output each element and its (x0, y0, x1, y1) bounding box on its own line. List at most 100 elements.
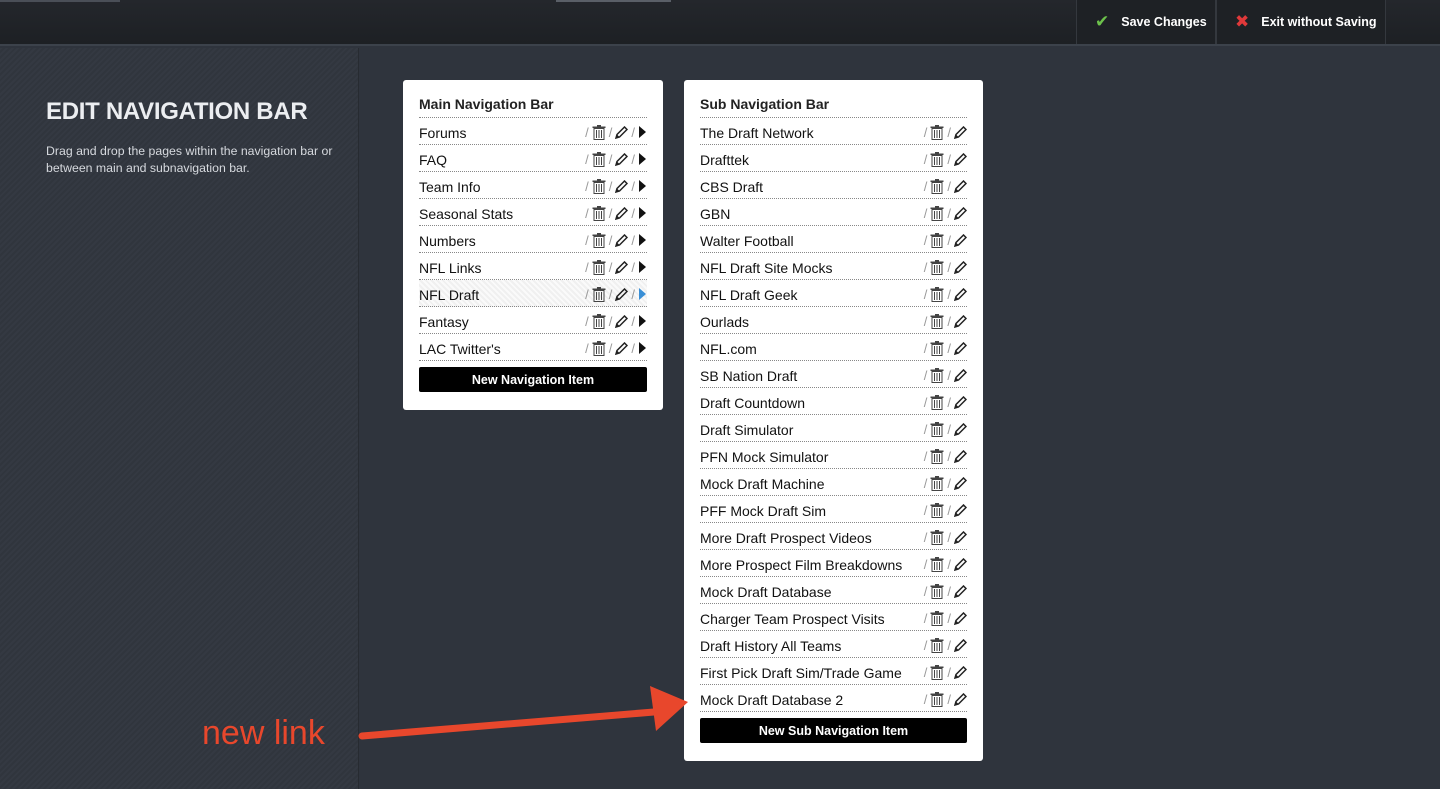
trash-icon[interactable] (592, 340, 606, 356)
nav-item-row[interactable]: NFL Links / / / (419, 253, 647, 280)
pencil-icon[interactable] (954, 503, 967, 517)
nav-item-row[interactable]: NFL Draft / / / (419, 280, 647, 307)
pencil-icon[interactable] (615, 287, 629, 301)
pencil-icon[interactable] (954, 368, 967, 382)
new-sub-navigation-item-button[interactable]: New Sub Navigation Item (700, 718, 967, 743)
trash-icon[interactable] (930, 286, 944, 302)
nav-item-row[interactable]: PFF Mock Draft Sim / / (700, 496, 967, 523)
nav-item-row[interactable]: PFN Mock Simulator / / (700, 442, 967, 469)
pencil-icon[interactable] (954, 314, 967, 328)
nav-item-row[interactable]: Team Info / / / (419, 172, 647, 199)
trash-icon[interactable] (930, 448, 944, 464)
move-to-sub-arrow-icon[interactable] (638, 207, 647, 219)
trash-icon[interactable] (592, 178, 606, 194)
pencil-icon[interactable] (954, 530, 967, 544)
trash-icon[interactable] (930, 529, 944, 545)
trash-icon[interactable] (930, 367, 944, 383)
nav-item-row[interactable]: Ourlads / / (700, 307, 967, 334)
pencil-icon[interactable] (954, 206, 967, 220)
move-to-sub-arrow-icon[interactable] (638, 126, 647, 138)
nav-item-row[interactable]: More Prospect Film Breakdowns / / (700, 550, 967, 577)
nav-item-row[interactable]: Numbers / / / (419, 226, 647, 253)
move-to-sub-arrow-icon[interactable] (638, 288, 647, 300)
nav-item-row[interactable]: The Draft Network / / (700, 118, 967, 145)
nav-item-row[interactable]: Mock Draft Machine / / (700, 469, 967, 496)
move-to-sub-arrow-icon[interactable] (638, 180, 647, 192)
pencil-icon[interactable] (954, 260, 967, 274)
pencil-icon[interactable] (954, 395, 967, 409)
trash-icon[interactable] (930, 556, 944, 572)
trash-icon[interactable] (592, 124, 606, 140)
pencil-icon[interactable] (615, 152, 629, 166)
trash-icon[interactable] (930, 259, 944, 275)
nav-item-row[interactable]: FAQ / / / (419, 145, 647, 172)
trash-icon[interactable] (930, 421, 944, 437)
pencil-icon[interactable] (954, 233, 967, 247)
nav-item-row[interactable]: Draft Simulator / / (700, 415, 967, 442)
trash-icon[interactable] (930, 232, 944, 248)
move-to-sub-arrow-icon[interactable] (638, 342, 647, 354)
nav-item-row[interactable]: CBS Draft / / (700, 172, 967, 199)
pencil-icon[interactable] (954, 665, 967, 679)
pencil-icon[interactable] (615, 233, 629, 247)
nav-item-row[interactable]: Seasonal Stats / / / (419, 199, 647, 226)
pencil-icon[interactable] (954, 341, 967, 355)
pencil-icon[interactable] (615, 179, 629, 193)
trash-icon[interactable] (592, 259, 606, 275)
pencil-icon[interactable] (954, 152, 967, 166)
pencil-icon[interactable] (954, 476, 967, 490)
trash-icon[interactable] (930, 637, 944, 653)
trash-icon[interactable] (592, 313, 606, 329)
nav-item-row[interactable]: GBN / / (700, 199, 967, 226)
nav-item-row[interactable]: Walter Football / / (700, 226, 967, 253)
pencil-icon[interactable] (954, 449, 967, 463)
exit-without-saving-button[interactable]: ✖ Exit without Saving (1216, 0, 1386, 44)
save-changes-button[interactable]: ✔ Save Changes (1076, 0, 1216, 44)
pencil-icon[interactable] (954, 692, 967, 706)
pencil-icon[interactable] (954, 125, 967, 139)
pencil-icon[interactable] (954, 287, 967, 301)
trash-icon[interactable] (930, 205, 944, 221)
trash-icon[interactable] (930, 583, 944, 599)
trash-icon[interactable] (930, 151, 944, 167)
move-to-sub-arrow-icon[interactable] (638, 315, 647, 327)
pencil-icon[interactable] (954, 557, 967, 571)
nav-item-row[interactable]: Draft History All Teams / / (700, 631, 967, 658)
pencil-icon[interactable] (954, 584, 967, 598)
pencil-icon[interactable] (615, 341, 629, 355)
nav-item-row[interactable]: Fantasy / / / (419, 307, 647, 334)
nav-item-row[interactable]: Charger Team Prospect Visits / / (700, 604, 967, 631)
trash-icon[interactable] (930, 124, 944, 140)
trash-icon[interactable] (592, 286, 606, 302)
nav-item-row[interactable]: More Draft Prospect Videos / / (700, 523, 967, 550)
move-to-sub-arrow-icon[interactable] (638, 234, 647, 246)
trash-icon[interactable] (592, 205, 606, 221)
nav-item-row[interactable]: Mock Draft Database / / (700, 577, 967, 604)
nav-item-row[interactable]: LAC Twitter's / / / (419, 334, 647, 361)
pencil-icon[interactable] (615, 314, 629, 328)
nav-item-row[interactable]: Drafttek / / (700, 145, 967, 172)
pencil-icon[interactable] (615, 206, 629, 220)
nav-item-row[interactable]: SB Nation Draft / / (700, 361, 967, 388)
trash-icon[interactable] (930, 340, 944, 356)
trash-icon[interactable] (930, 475, 944, 491)
pencil-icon[interactable] (954, 422, 967, 436)
pencil-icon[interactable] (615, 260, 629, 274)
trash-icon[interactable] (930, 691, 944, 707)
nav-item-row[interactable]: NFL Draft Geek / / (700, 280, 967, 307)
new-navigation-item-button[interactable]: New Navigation Item (419, 367, 647, 392)
move-to-sub-arrow-icon[interactable] (638, 261, 647, 273)
trash-icon[interactable] (930, 502, 944, 518)
nav-item-row[interactable]: NFL Draft Site Mocks / / (700, 253, 967, 280)
nav-item-row[interactable]: First Pick Draft Sim/Trade Game / / (700, 658, 967, 685)
nav-item-row[interactable]: Mock Draft Database 2// (700, 685, 967, 712)
trash-icon[interactable] (592, 232, 606, 248)
trash-icon[interactable] (930, 610, 944, 626)
nav-item-row[interactable]: Draft Countdown / / (700, 388, 967, 415)
pencil-icon[interactable] (954, 179, 967, 193)
trash-icon[interactable] (930, 394, 944, 410)
pencil-icon[interactable] (954, 638, 967, 652)
nav-item-row[interactable]: NFL.com / / (700, 334, 967, 361)
move-to-sub-arrow-icon[interactable] (638, 153, 647, 165)
nav-item-row[interactable]: Forums / / / (419, 118, 647, 145)
